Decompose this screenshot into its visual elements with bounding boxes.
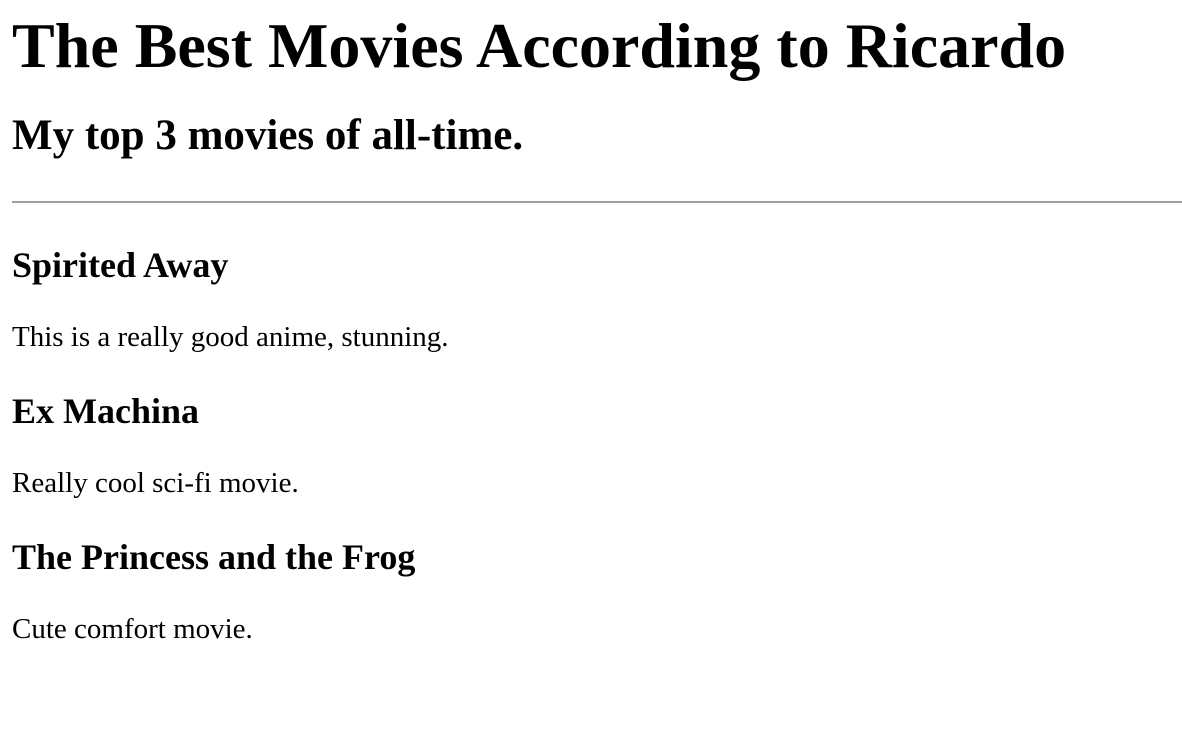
movie-description: Really cool sci-fi movie.: [12, 467, 299, 499]
movie-item-princess-and-the-frog: The Princess and the Frog Cute comfort m…: [12, 534, 1182, 648]
page-subtitle: My top 3 movies of all-time.: [12, 112, 524, 159]
movie-list: Spirited Away This is a really good anim…: [12, 242, 1182, 648]
movie-item-ex-machina: Ex Machina Really cool sci-fi movie.: [12, 388, 1182, 502]
movie-title: Ex Machina: [12, 391, 200, 431]
movie-item-spirited-away: Spirited Away This is a really good anim…: [12, 242, 1182, 356]
movie-title: The Princess and the Frog: [12, 537, 416, 577]
movie-description: Cute comfort movie.: [12, 613, 253, 645]
section-divider: [12, 201, 1182, 203]
page-title: The Best Movies According to Ricardo: [12, 10, 1067, 81]
movie-description: This is a really good anime, stunning.: [12, 321, 449, 353]
page-content: The Best Movies According to Ricardo My …: [0, 6, 1182, 648]
movie-title: Spirited Away: [12, 245, 229, 285]
